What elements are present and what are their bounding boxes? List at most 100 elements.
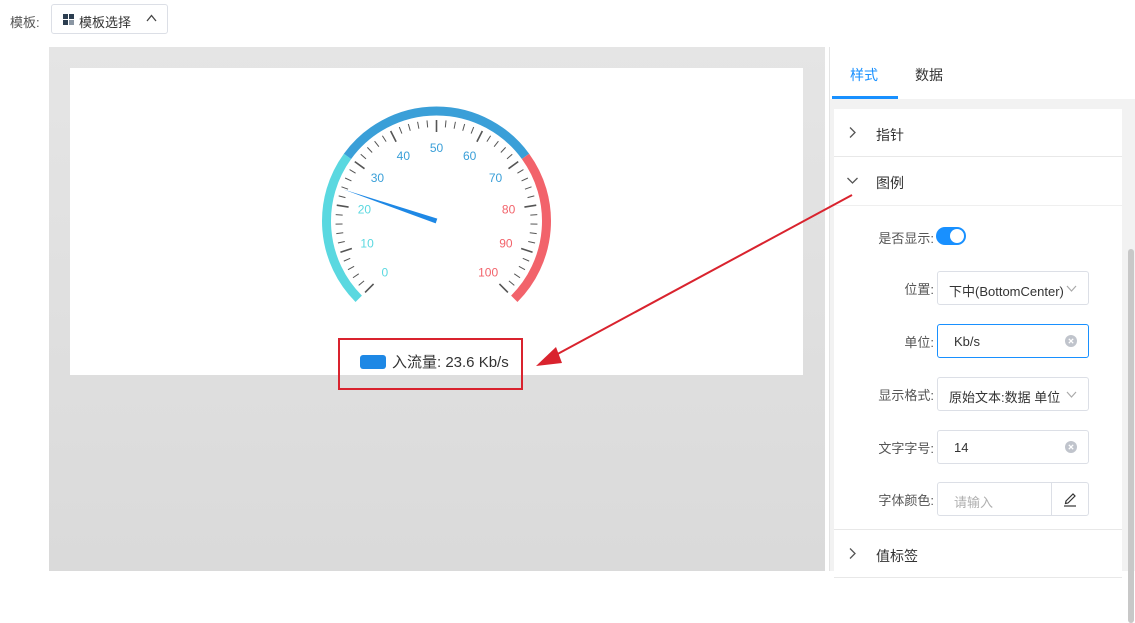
gauge-minor-tick (519, 266, 525, 269)
field-unit-row: 单位: Kb/s (834, 324, 1122, 358)
font-color-placeholder: 请输入 (954, 492, 993, 511)
panel-tabs: 样式 数据 (830, 47, 1135, 100)
gauge-major-tick (391, 131, 396, 142)
gauge-major-tick (340, 249, 351, 253)
gauge-tick-label: 70 (489, 171, 503, 185)
gauge-tick-label: 10 (360, 237, 374, 251)
gauge-minor-tick (509, 281, 514, 285)
panel-scrollbar[interactable] (1128, 249, 1134, 623)
gauge-minor-tick (382, 136, 386, 142)
section-legend-title: 图例 (876, 173, 904, 193)
tab-style[interactable]: 样式 (850, 65, 878, 85)
field-format-label: 显示格式: (878, 385, 934, 404)
gauge-minor-tick (345, 178, 351, 181)
field-show-label: 是否显示: (878, 228, 934, 247)
gauge-minor-tick (408, 124, 410, 131)
gauge-minor-tick (487, 136, 491, 142)
top-toolbar: 模板: 模板选择 (0, 0, 1135, 44)
gauge-major-tick (521, 249, 532, 253)
field-unit-label: 单位: (904, 332, 934, 351)
field-position-label: 位置: (904, 279, 934, 298)
template-select-label: 模板选择 (79, 12, 131, 31)
gauge-major-tick (477, 131, 482, 142)
format-select-value: 原始文本:数据 单位 (949, 387, 1060, 406)
gauge-minor-tick (350, 170, 356, 174)
gauge-minor-tick (501, 147, 506, 152)
chevron-down-icon (1066, 285, 1077, 292)
font-color-input[interactable]: 请输入 (937, 482, 1089, 516)
gauge-minor-tick (341, 187, 348, 189)
position-select-value: 下中(BottomCenter) (949, 281, 1064, 300)
grid-icon (63, 14, 74, 25)
gauge-major-tick (524, 205, 536, 207)
gauge-major-tick (509, 162, 519, 169)
chevron-right-icon (848, 126, 857, 139)
gauge-tick-label: 40 (397, 149, 411, 163)
section-value-label-title: 值标签 (876, 546, 918, 566)
tab-data[interactable]: 数据 (915, 65, 943, 85)
gauge-major-tick (365, 284, 373, 292)
gauge-major-tick (499, 284, 507, 292)
section-pointer-title: 指针 (876, 125, 904, 145)
font-size-input-value: 14 (954, 440, 968, 455)
gauge-minor-tick (353, 274, 359, 278)
chevron-down-icon (846, 176, 859, 185)
gauge-tick-label: 50 (430, 141, 444, 155)
show-legend-toggle[interactable] (936, 227, 966, 245)
font-size-input[interactable]: 14 (937, 430, 1089, 464)
clear-icon[interactable] (1065, 335, 1077, 347)
gauge-minor-tick (359, 281, 364, 285)
position-select[interactable]: 下中(BottomCenter) (937, 271, 1089, 305)
gauge-tick-label: 20 (358, 203, 372, 217)
gauge-minor-tick (361, 154, 366, 159)
field-font-size-row: 文字字号: 14 (834, 430, 1122, 464)
field-font-color-label: 字体颜色: (878, 490, 934, 509)
template-label: 模板: (10, 12, 40, 31)
gauge-minor-tick (339, 196, 346, 198)
gauge-minor-tick (367, 147, 372, 152)
gauge-minor-tick (525, 187, 532, 189)
section-pointer-header[interactable]: 指针 (834, 109, 1122, 157)
field-font-size-label: 文字字号: (878, 438, 934, 457)
panel-body: 指针 图例 是否显示: 位置: 下中(BottomCenter) 单位: (830, 99, 1135, 571)
gauge-minor-tick (338, 242, 345, 244)
chart-card[interactable]: 0102030405060708090100 入流量: 23.6 Kb/s (70, 68, 803, 375)
gauge-minor-tick (344, 258, 350, 261)
unit-input[interactable]: Kb/s (937, 324, 1089, 358)
gauge-major-tick (355, 162, 365, 169)
gauge-minor-tick (375, 141, 379, 147)
properties-panel: 样式 数据 指针 图例 是否显示: 位置: 下中(Bott (829, 47, 1135, 571)
chevron-right-icon (848, 547, 857, 560)
template-select-button[interactable]: 模板选择 (51, 4, 168, 34)
gauge-minor-tick (348, 266, 354, 269)
gauge-minor-tick (336, 233, 343, 234)
gauge-minor-tick (514, 274, 520, 278)
annotation-highlight-box (338, 338, 523, 390)
gauge-minor-tick (463, 124, 465, 131)
clear-icon[interactable] (1065, 441, 1077, 453)
gauge-tick-label: 0 (382, 266, 389, 280)
unit-input-value: Kb/s (954, 334, 980, 349)
gauge-tick-label: 90 (499, 237, 513, 251)
toggle-knob (950, 229, 964, 243)
gauge-tick-label: 30 (371, 171, 385, 185)
section-legend-header[interactable]: 图例 (834, 157, 1122, 206)
gauge-minor-tick (494, 141, 498, 147)
chevron-up-icon (146, 14, 157, 22)
gauge-minor-tick (471, 127, 474, 134)
format-select[interactable]: 原始文本:数据 单位 (937, 377, 1089, 411)
canvas-area: 0102030405060708090100 入流量: 23.6 Kb/s (49, 47, 825, 571)
gauge-minor-tick (427, 120, 428, 127)
section-pointer: 指针 (834, 109, 1122, 157)
gauge-minor-tick (399, 127, 402, 134)
color-picker-button[interactable] (1051, 483, 1088, 515)
gauge-tick-label: 80 (502, 203, 516, 217)
gauge-minor-tick (530, 233, 537, 234)
field-format-row: 显示格式: 原始文本:数据 单位 (834, 377, 1122, 411)
gauge-minor-tick (445, 120, 446, 127)
gauge-minor-tick (522, 178, 528, 181)
pen-icon (1063, 491, 1077, 507)
gauge-minor-tick (523, 258, 529, 261)
gauge-minor-tick (528, 196, 535, 198)
gauge-minor-tick (517, 170, 523, 174)
